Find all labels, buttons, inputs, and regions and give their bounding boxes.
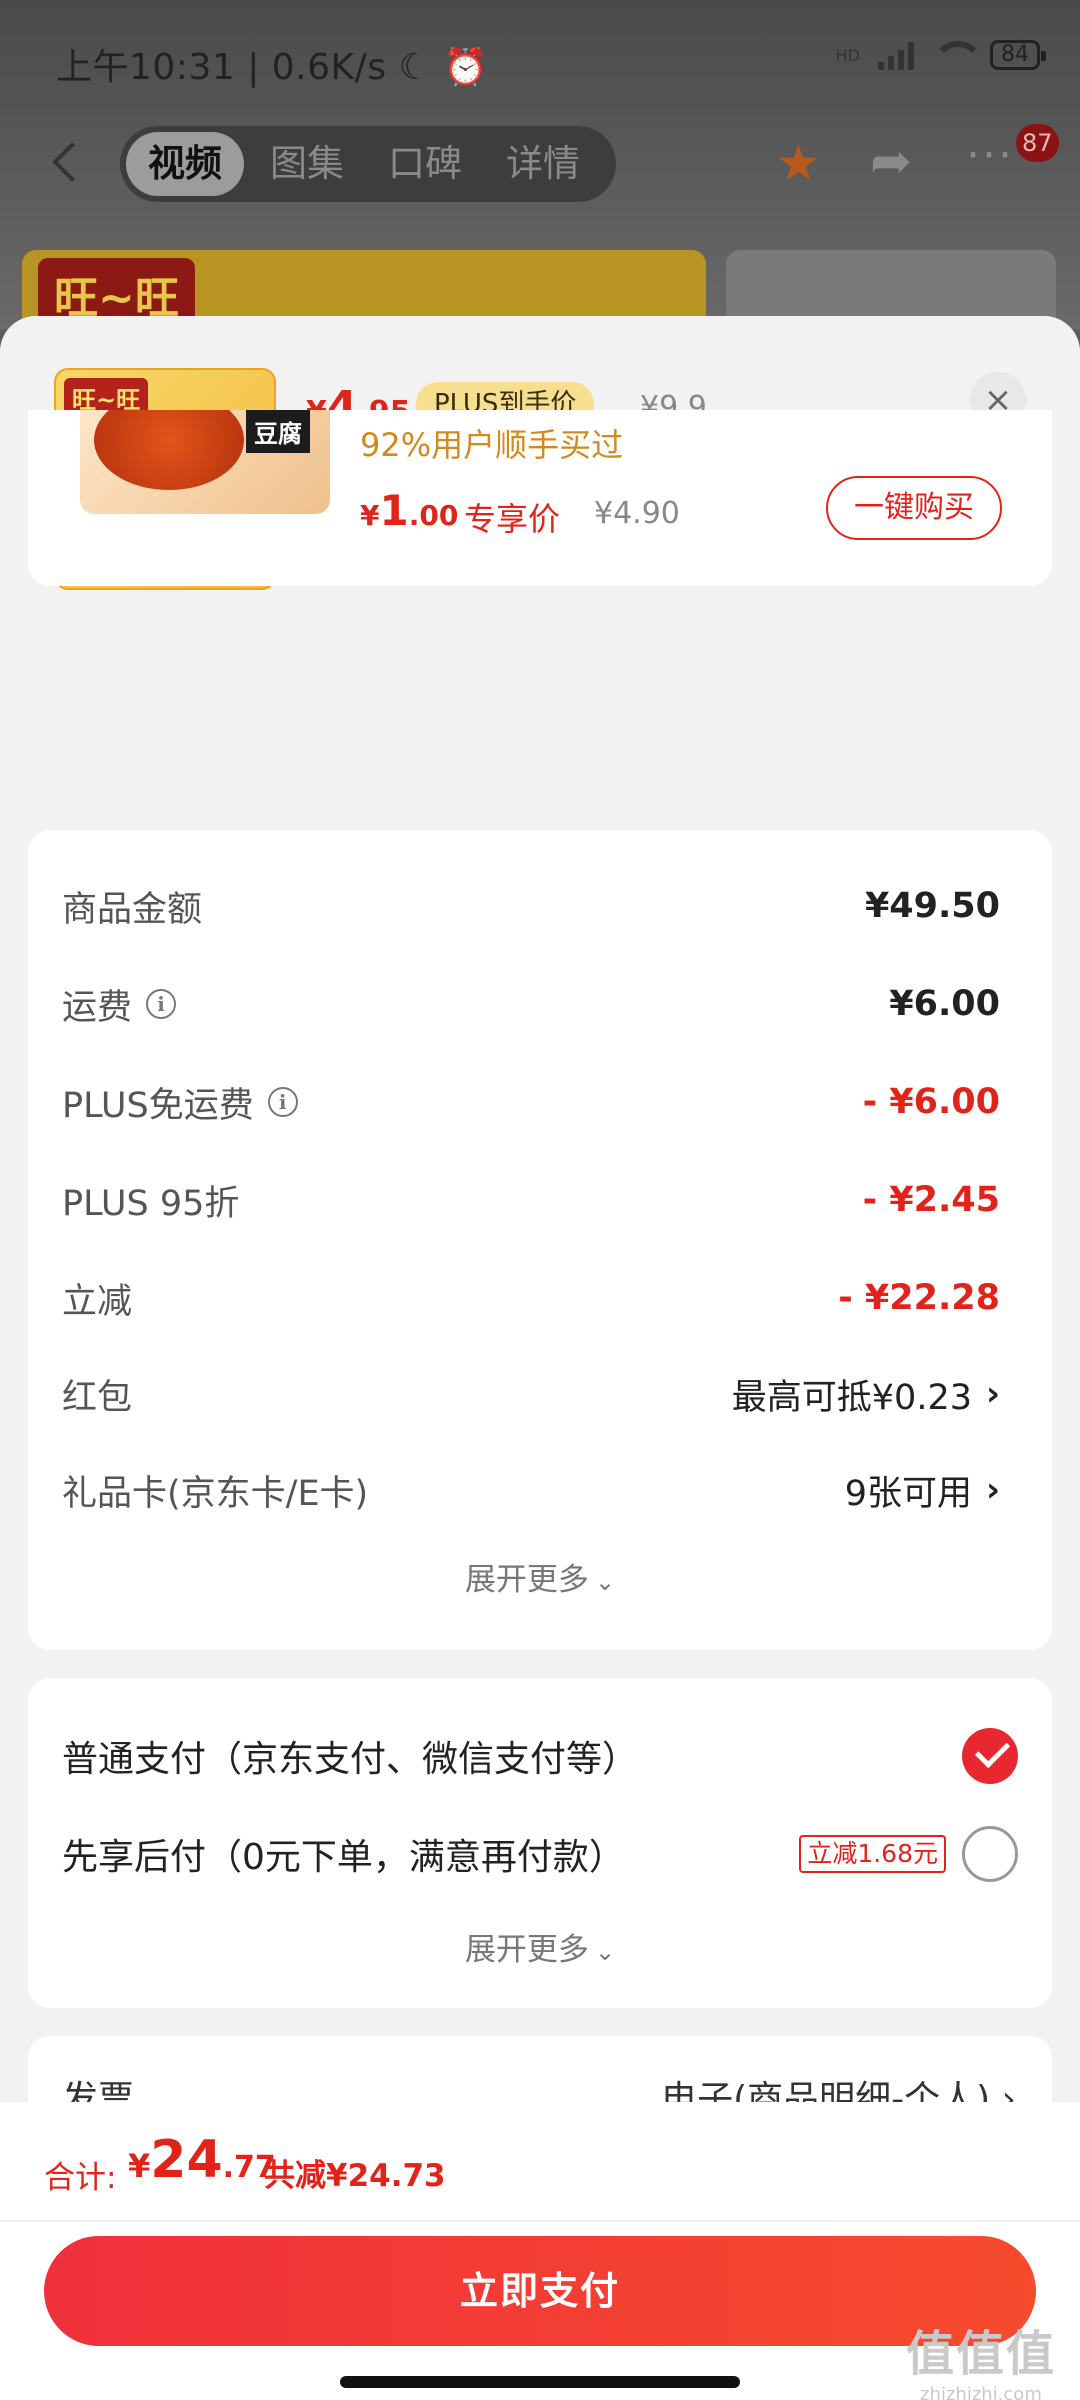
fee-value: - ¥2.45 — [862, 1180, 1000, 1220]
fee-value: - ¥6.00 — [862, 1082, 1000, 1122]
fee-label-text: PLUS免运费 — [62, 1085, 254, 1126]
hd-label: HD — [835, 45, 860, 65]
total-integer: 24 — [150, 2130, 223, 2190]
fee-row-instant-discount: 立减 - ¥22.28 — [62, 1268, 1000, 1328]
watermark-logo: 值值值 — [905, 2326, 1056, 2382]
thumb-tag: 豆腐 — [246, 410, 310, 453]
total-price: ¥24.77 — [128, 2130, 276, 2190]
expand-more-button[interactable]: 展开更多 ⌄ — [28, 1924, 1052, 1969]
checked-radio-icon[interactable] — [962, 1728, 1018, 1784]
fee-label: 礼品卡(京东卡/E卡) — [62, 1465, 368, 1516]
fee-label-text: 红包 — [62, 1377, 133, 1418]
fee-label-text: 运费 — [62, 987, 133, 1028]
fee-label: 红包 — [62, 1369, 132, 1420]
info-icon[interactable]: i — [267, 1087, 298, 1117]
fee-row-gift-card[interactable]: 礼品卡(京东卡/E卡) 9张可用 › — [62, 1460, 1000, 1520]
payment-option-standard[interactable]: 普通支付（京东支付、微信支付等） — [62, 1724, 1018, 1788]
background-page: 上午10:31 | 0.6K/s ☾ ⏰ HD 84 视频 图集 口碑 详情 ★… — [0, 0, 1080, 340]
fee-value: 最高可抵¥0.23 — [731, 1377, 972, 1418]
watermark-url: zhizhizhi.com — [920, 2384, 1042, 2400]
info-icon[interactable]: i — [146, 989, 177, 1019]
message-badge: 87 — [1016, 124, 1059, 162]
unchecked-radio-icon[interactable] — [962, 1826, 1018, 1882]
tab-reviews[interactable]: 口碑 — [370, 132, 480, 196]
watermark: 值值值 zhizhizhi.com — [906, 2314, 1056, 2400]
rec-price-symbol: ¥ — [360, 499, 380, 532]
rec-price-decimal: .00 — [408, 499, 459, 532]
fee-label: 商品金额 — [62, 881, 202, 932]
total-bar: 合计: ¥24.77 共减¥24.73 — [0, 2102, 1080, 2222]
recommendation-stat: 92%用户顺手买过 — [360, 426, 624, 464]
recommendation-original-price: ¥4.90 — [594, 496, 680, 531]
wifi-icon — [932, 41, 984, 69]
fee-label: PLUS 95折 — [62, 1175, 239, 1226]
expand-label: 展开更多 — [464, 1562, 589, 1598]
fee-label-text: PLUS 95折 — [62, 1183, 240, 1224]
tab-gallery[interactable]: 图集 — [252, 132, 362, 196]
total-savings: 共减¥24.73 — [264, 2158, 446, 2194]
fee-value: ¥49.50 — [864, 886, 1000, 926]
chevron-right-icon: › — [985, 1470, 1000, 1510]
share-icon[interactable]: ➦ — [870, 136, 912, 186]
total-symbol: ¥ — [128, 2147, 151, 2185]
exclusive-price-tag: 专享价 — [464, 500, 561, 538]
fee-value: ¥6.00 — [889, 984, 1000, 1024]
chevron-down-icon: ⌄ — [594, 1938, 616, 1966]
chevron-right-icon: › — [985, 1374, 1000, 1414]
fee-row-plus-discount: PLUS 95折 - ¥2.45 — [62, 1170, 1000, 1230]
favorite-icon[interactable]: ★ — [776, 138, 821, 188]
one-click-buy-button[interactable]: 一键购买 — [826, 476, 1002, 540]
status-icons: HD 84 — [835, 40, 1046, 70]
tab-video[interactable]: 视频 — [126, 132, 244, 196]
chevron-down-icon: ⌄ — [594, 1568, 616, 1596]
fee-row-plus-free-shipping: PLUS免运费 i - ¥6.00 — [62, 1072, 1000, 1132]
pay-now-button[interactable]: 立即支付 — [44, 2236, 1036, 2346]
fee-value: 9张可用 — [844, 1473, 972, 1514]
fee-value-group: 最高可抵¥0.23 › — [732, 1369, 1000, 1420]
fee-row-red-packet[interactable]: 红包 最高可抵¥0.23 › — [62, 1364, 1000, 1424]
recommendation-price: ¥1.00 — [360, 486, 458, 535]
fee-label: PLUS免运费 i — [62, 1077, 298, 1128]
payment-option-pay-later[interactable]: 先享后付（0元下单，满意再付款） 立减1.68元 — [62, 1822, 1018, 1886]
recommendation-card: 豆腐 92%用户顺手买过 ¥1.00 专享价 ¥4.90 一键购买 — [28, 410, 1052, 586]
fee-value: - ¥22.28 — [838, 1278, 1000, 1318]
fee-value-group: 9张可用 › — [845, 1465, 1000, 1516]
alarm-icon: ⏰ — [443, 47, 489, 88]
fee-label-text: 立减 — [62, 1281, 133, 1322]
checkout-sheet: 旺~旺 捧脚购车 ¥4.95 PLUS到手价 ¥9.9 × › 豆腐 92%用户… — [0, 316, 1080, 2400]
payment-option-right: 立减1.68元 — [799, 1826, 1018, 1882]
payment-method-card: 普通支付（京东支付、微信支付等） 先享后付（0元下单，满意再付款） 立减1.68… — [28, 1678, 1052, 2008]
tab-bar: 视频 图集 口碑 详情 — [120, 126, 616, 202]
status-bar: 上午10:31 | 0.6K/s ☾ ⏰ HD 84 — [0, 0, 1080, 120]
battery-level: 84 — [1001, 42, 1029, 67]
fee-breakdown-card: 商品金额 ¥49.50 运费 i ¥6.00 PLUS免运费 i - ¥6.00 P… — [28, 830, 1052, 1650]
fee-label-text: 礼品卡(京东卡/E卡) — [62, 1473, 369, 1514]
battery-icon: 84 — [990, 40, 1046, 70]
discount-badge: 立减1.68元 — [799, 1835, 946, 1873]
status-time: 上午10:31 | 0.6K/s ☾ ⏰ — [56, 38, 489, 90]
back-icon[interactable] — [46, 140, 92, 186]
payment-option-label: 普通支付（京东支付、微信支付等） — [62, 1739, 639, 1780]
fee-label: 运费 i — [62, 979, 177, 1030]
checkout-footer: 合计: ¥24.77 共减¥24.73 立即支付 值值值 zhizhizhi.c… — [0, 2102, 1080, 2400]
status-time-text: 上午10:31 | 0.6K/s — [56, 47, 387, 88]
fee-row-shipping: 运费 i ¥6.00 — [62, 974, 1000, 1034]
tab-details[interactable]: 详情 — [488, 132, 598, 196]
total-label: 合计: — [44, 2160, 117, 2196]
moon-icon: ☾ — [398, 47, 432, 88]
product-top-nav: 视频 图集 口碑 详情 ★ ➦ ··· 87 — [0, 120, 1080, 210]
fee-label: 立减 — [62, 1273, 132, 1324]
expand-more-button[interactable]: 展开更多 ⌄ — [28, 1554, 1052, 1599]
expand-label: 展开更多 — [464, 1932, 589, 1968]
fee-row-goods-amount: 商品金额 ¥49.50 — [62, 876, 1000, 936]
fee-label-text: 商品金额 — [62, 889, 203, 930]
recommendation-thumbnail[interactable]: 豆腐 — [80, 410, 330, 514]
signal-icon — [878, 40, 914, 70]
payment-option-label: 先享后付（0元下单，满意再付款） — [62, 1837, 625, 1878]
home-indicator[interactable] — [340, 2376, 740, 2388]
rec-price-integer: 1 — [379, 486, 409, 535]
more-icon[interactable]: ··· — [966, 130, 1014, 181]
